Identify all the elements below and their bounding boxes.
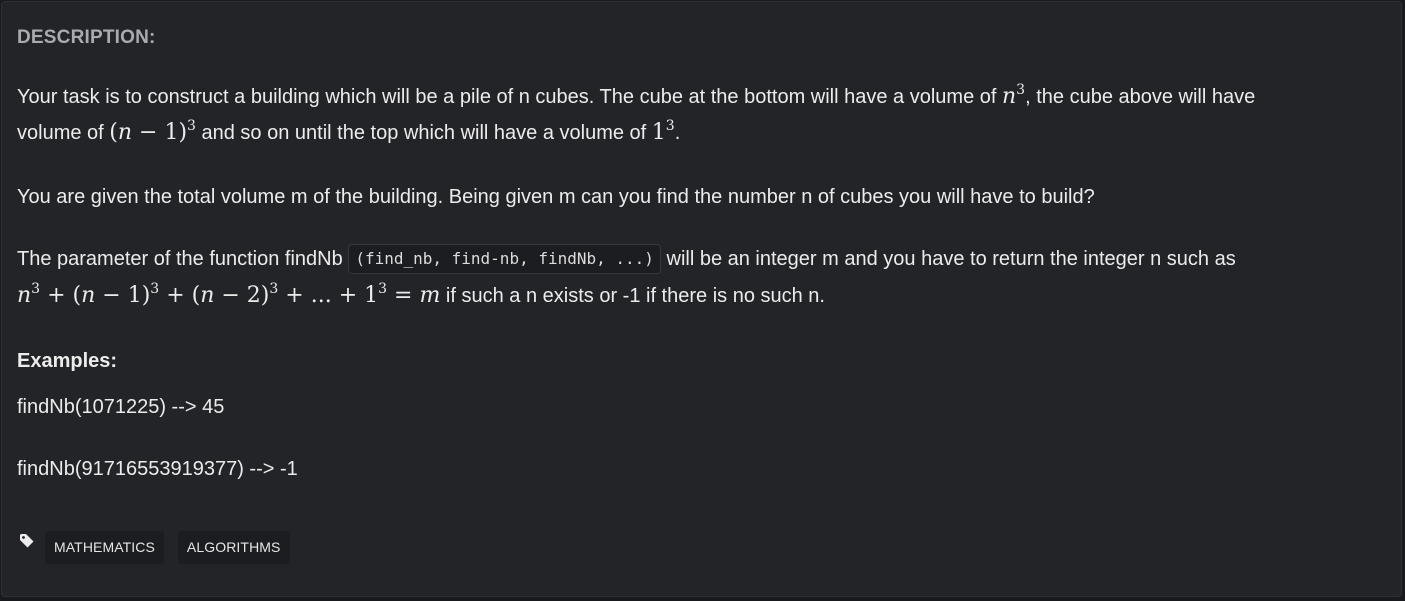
kata-description-panel: DESCRIPTION: Your task is to construct a…: [1, 1, 1402, 597]
tag-mathematics[interactable]: MATHEMATICS: [45, 531, 164, 564]
tag-icon: [20, 533, 34, 547]
description-paragraph-3-line-2: n3 + (n − 1)3 + (n − 2)3 + ... + 13 = m …: [17, 281, 825, 308]
example-line: findNb(1071225) --> 45: [17, 396, 225, 418]
math-n-cubed: n3: [1002, 82, 1026, 109]
math-one-cubed: 13: [651, 118, 675, 145]
function-names-code: (find_nb, find-nb, findNb, ...): [348, 244, 661, 274]
sum-of-cubes-formula: n3 + (n − 1)3 + (n − 2)3 + ... + 13 = m: [17, 281, 441, 308]
description-paragraph-3: The parameter of the function findNb (fi…: [17, 241, 1236, 277]
description-heading: DESCRIPTION:: [17, 27, 156, 48]
description-paragraph-1: Your task is to construct a building whi…: [17, 82, 1256, 109]
description-paragraph-1-line-2: volume of (n − 1)3 and so on until the t…: [17, 118, 681, 145]
math-n-minus-1-cubed: (n − 1)3: [109, 118, 196, 145]
description-paragraph-2: You are given the total volume m of the …: [17, 186, 1095, 208]
tag-list: MATHEMATICS ALGORITHMS: [19, 531, 304, 564]
tag-algorithms[interactable]: ALGORITHMS: [177, 531, 290, 564]
examples-heading: Examples:: [17, 350, 118, 372]
example-line: findNb(91716553919377) --> -1: [17, 458, 298, 480]
